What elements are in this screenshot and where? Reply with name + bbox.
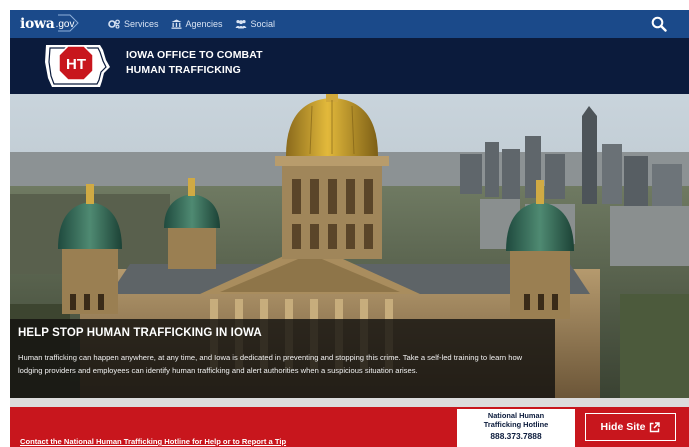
hide-site-label: Hide Site xyxy=(600,421,646,433)
hotline-phone-number[interactable]: 888.373.7888 xyxy=(457,431,575,441)
hotline-info-box: National Human Trafficking Hotline 888.3… xyxy=(457,409,575,447)
divider-strip xyxy=(10,398,689,407)
hero-text-panel: HELP STOP HUMAN TRAFFICKING IN IOWA Huma… xyxy=(10,319,555,398)
top-nav-bar: iowa .gov Services Agencies Social xyxy=(10,10,689,38)
nav-social-label: Social xyxy=(250,19,276,29)
hotline-label-line2: Trafficking Hotline xyxy=(483,419,549,429)
nav-agencies-label: Agencies xyxy=(185,19,223,29)
agency-title-line2: HUMAN TRAFFICKING xyxy=(126,64,241,76)
capitol-building-icon xyxy=(171,19,182,29)
iowa-gov-logo[interactable]: iowa .gov xyxy=(20,14,79,34)
page: iowa .gov Services Agencies Social HT IO… xyxy=(10,10,689,447)
hero-body-text: Human trafficking can happen anywhere, a… xyxy=(18,353,523,375)
logo-badge-text: HT xyxy=(66,56,86,73)
hide-site-button[interactable]: Hide Site xyxy=(585,413,676,441)
logo-outline-icon xyxy=(58,14,79,32)
gears-icon xyxy=(108,19,120,29)
hotline-contact-link[interactable]: Contact the National Human Trafficking H… xyxy=(20,437,286,446)
nav-social[interactable]: Social xyxy=(235,19,276,29)
search-icon[interactable] xyxy=(651,16,667,32)
hero-heading: HELP STOP HUMAN TRAFFICKING IN IOWA xyxy=(18,327,262,339)
iowa-map-logo[interactable]: HT xyxy=(40,40,112,92)
agency-title: IOWA OFFICE TO COMBAT HUMAN TRAFFICKING xyxy=(126,48,263,78)
external-link-icon xyxy=(650,421,661,432)
people-icon xyxy=(235,20,247,29)
nav-services[interactable]: Services xyxy=(108,19,159,29)
agency-title-line1: IOWA OFFICE TO COMBAT xyxy=(126,49,263,61)
hotline-bar: Contact the National Human Trafficking H… xyxy=(10,407,689,447)
nav-agencies[interactable]: Agencies xyxy=(171,19,223,29)
agency-header: HT IOWA OFFICE TO COMBAT HUMAN TRAFFICKI… xyxy=(10,38,689,94)
hero-banner: HELP STOP HUMAN TRAFFICKING IN IOWA Huma… xyxy=(10,94,689,398)
nav-services-label: Services xyxy=(124,19,159,29)
main-nav: Services Agencies Social xyxy=(108,10,275,38)
